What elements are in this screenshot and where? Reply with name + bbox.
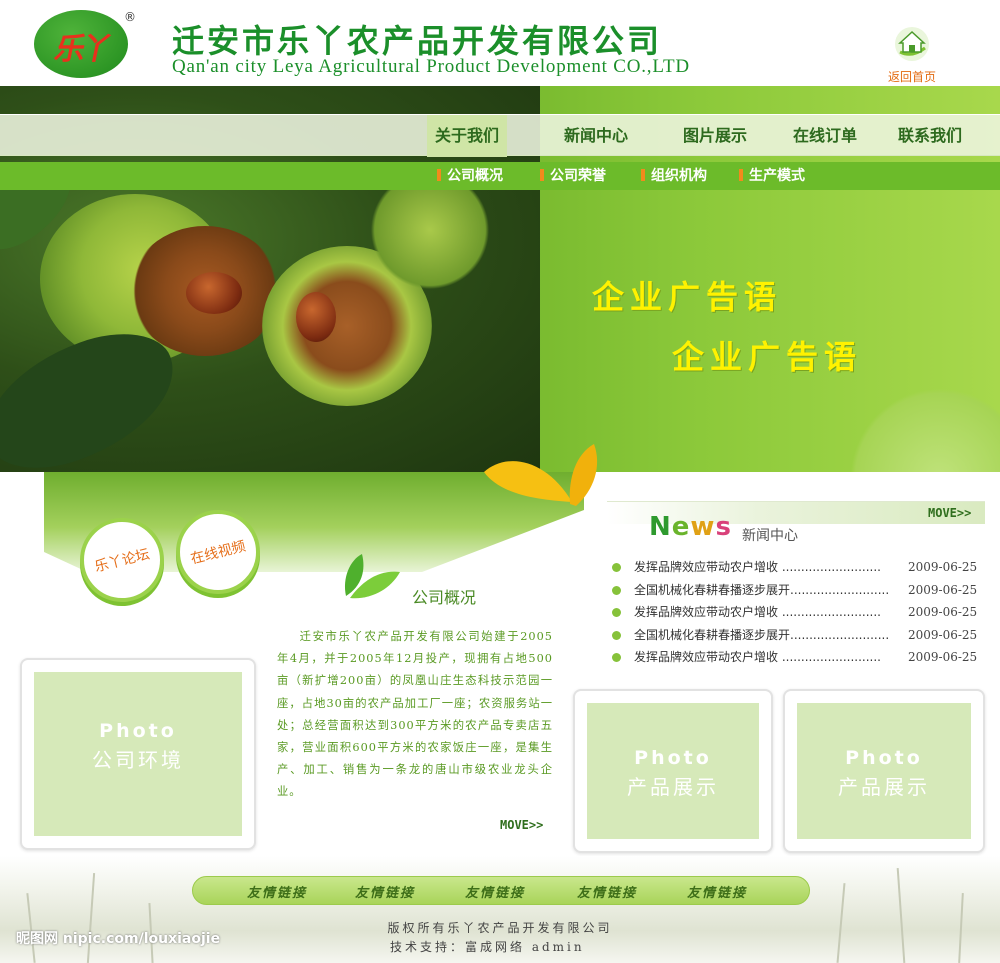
news-item-title: 发挥品牌效应带动农户增收 ..........................	[634, 560, 881, 574]
news-item-date: 2009-06-25	[908, 627, 978, 642]
news-letter: s	[715, 512, 732, 542]
news-letter: e	[671, 512, 691, 542]
grass-blade	[86, 873, 96, 963]
chestnut-nut	[296, 292, 336, 342]
news-more-link[interactable]: MOVE>>	[928, 506, 971, 520]
green-leaf-icon	[344, 554, 400, 599]
friend-link[interactable]: 友情链接	[465, 882, 525, 901]
photo-label-cn: 产品展示	[838, 775, 930, 799]
watermark-text: 昵图网 nipic.com/louxiaojie	[16, 931, 221, 947]
photo-label-en: Photo	[99, 720, 177, 742]
news-item-date: 2009-06-25	[908, 560, 978, 574]
news-letter: w	[690, 512, 716, 542]
hero-banner: 关于我们 新闻中心 图片展示 在线订单 联系我们 公司概况 公司荣誉 组织机构 …	[0, 86, 1000, 472]
subnav-label: 组织机构	[651, 168, 707, 184]
bullet-dot-icon	[612, 608, 621, 617]
forum-label: 乐丫论坛	[93, 546, 152, 576]
nav-item-news[interactable]: 新闻中心	[564, 115, 628, 157]
news-item-date: 2009-06-25	[908, 582, 978, 597]
news-item-title: 全国机械化春耕春播逐步展开..........................	[634, 627, 890, 642]
news-item-title: 全国机械化春耕春播逐步展开..........................	[634, 582, 890, 597]
news-item[interactable]: 全国机械化春耕春播逐步展开.......................... 2…	[610, 579, 980, 602]
bullet-dot-icon	[612, 563, 621, 572]
bullet-marker	[437, 169, 441, 181]
news-title: 新闻中心	[742, 528, 798, 544]
sub-nav: 公司概况 公司荣誉 组织机构 生产模式	[0, 162, 1000, 190]
swirl-decoration	[820, 382, 1000, 472]
photo-label-en: Photo	[845, 747, 923, 769]
bullet-marker	[739, 169, 743, 181]
subnav-label: 公司荣誉	[550, 168, 606, 184]
photo-box-environment[interactable]: Photo 公司环境	[20, 658, 256, 850]
tech-support-text: 技术支持：富成网络 admin	[390, 940, 585, 954]
subnav-label: 生产模式	[749, 168, 805, 184]
nav-item-gallery[interactable]: 图片展示	[683, 115, 747, 157]
logo-mark: 乐丫	[51, 32, 111, 67]
photo-label-cn: 公司环境	[92, 748, 184, 772]
subnav-label: 公司概况	[447, 168, 503, 184]
friend-links-bar: 友情链接 友情链接 友情链接 友情链接 友情链接	[192, 876, 810, 905]
home-label: 返回首页	[887, 70, 936, 84]
site-header: 乐丫 ® 迁安市乐丫农产品开发有限公司 Qan'an city Leya Agr…	[0, 0, 1000, 86]
subnav-item-organization[interactable]: 组织机构	[641, 162, 707, 190]
news-item-date: 2009-06-25	[908, 650, 978, 664]
news-item[interactable]: 全国机械化春耕春播逐步展开.......................... 2…	[610, 624, 980, 647]
company-logo[interactable]: 乐丫	[34, 10, 128, 78]
photo-label-cn: 产品展示	[627, 775, 719, 799]
nav-item-about[interactable]: 关于我们	[427, 115, 508, 157]
about-body: 迁安市乐丫农产品开发有限公司始建于2005年4月，并于2005年12月投产，现拥…	[277, 630, 553, 799]
yellow-leaf-icon	[484, 444, 598, 506]
video-button[interactable]: 在线视频	[176, 510, 260, 594]
registered-mark: ®	[124, 10, 136, 24]
news-item-title: 发挥品牌效应带动农户增收 ..........................	[634, 605, 881, 619]
about-title: 公司概况	[412, 588, 477, 607]
friend-link[interactable]: 友情链接	[247, 882, 307, 901]
chestnut-nut	[186, 272, 242, 314]
news-list: 发挥品牌效应带动农户增收 .......................... 2…	[610, 556, 980, 669]
grass-blade	[896, 868, 906, 963]
news-item-date: 2009-06-25	[908, 605, 978, 619]
news-letter: N	[649, 512, 672, 542]
bullet-dot-icon	[612, 585, 621, 595]
forum-button[interactable]: 乐丫论坛	[80, 518, 164, 602]
friend-link[interactable]: 友情链接	[687, 882, 747, 901]
bullet-dot-icon	[612, 653, 621, 662]
slogan-line-1: 企业广告语	[592, 278, 783, 316]
main-nav: 关于我们 新闻中心 图片展示 在线订单 联系我们	[0, 114, 1000, 157]
friend-link[interactable]: 友情链接	[355, 882, 415, 901]
friend-link[interactable]: 友情链接	[577, 882, 637, 901]
photo-label-en: Photo	[634, 747, 712, 769]
news-item[interactable]: 发挥品牌效应带动农户增收 .......................... 2…	[610, 601, 980, 624]
news-item[interactable]: 发挥品牌效应带动农户增收 .......................... 2…	[610, 556, 980, 579]
about-more-link[interactable]: MOVE>>	[500, 818, 543, 832]
bullet-marker	[540, 169, 544, 181]
photo-placeholder: Photo 产品展示	[797, 703, 971, 839]
photo-placeholder: Photo 产品展示	[587, 703, 759, 839]
subnav-item-overview[interactable]: 公司概况	[437, 162, 503, 190]
subnav-item-production[interactable]: 生产模式	[739, 162, 805, 190]
subnav-item-honors[interactable]: 公司荣誉	[540, 162, 606, 190]
news-item-title: 发挥品牌效应带动农户增收 ..........................	[634, 650, 881, 664]
slogan-line-2: 企业广告语	[672, 338, 863, 376]
nav-item-order[interactable]: 在线订单	[793, 115, 857, 157]
nav-item-contact[interactable]: 联系我们	[898, 115, 962, 157]
bullet-marker	[641, 169, 645, 181]
video-label: 在线视频	[189, 538, 248, 568]
home-link[interactable]: 返回首页	[878, 24, 946, 86]
photo-box-products-2[interactable]: Photo 产品展示	[783, 689, 985, 853]
news-item[interactable]: 发挥品牌效应带动农户增收 .......................... 2…	[610, 646, 980, 669]
company-name-en: Qan'an city Leya Agricultural Product De…	[172, 56, 690, 77]
news-logo-word: News	[649, 512, 732, 542]
photo-box-products-1[interactable]: Photo 产品展示	[573, 689, 773, 853]
photo-placeholder: Photo 公司环境	[34, 672, 242, 836]
house-icon	[895, 27, 929, 61]
bullet-dot-icon	[612, 630, 621, 640]
